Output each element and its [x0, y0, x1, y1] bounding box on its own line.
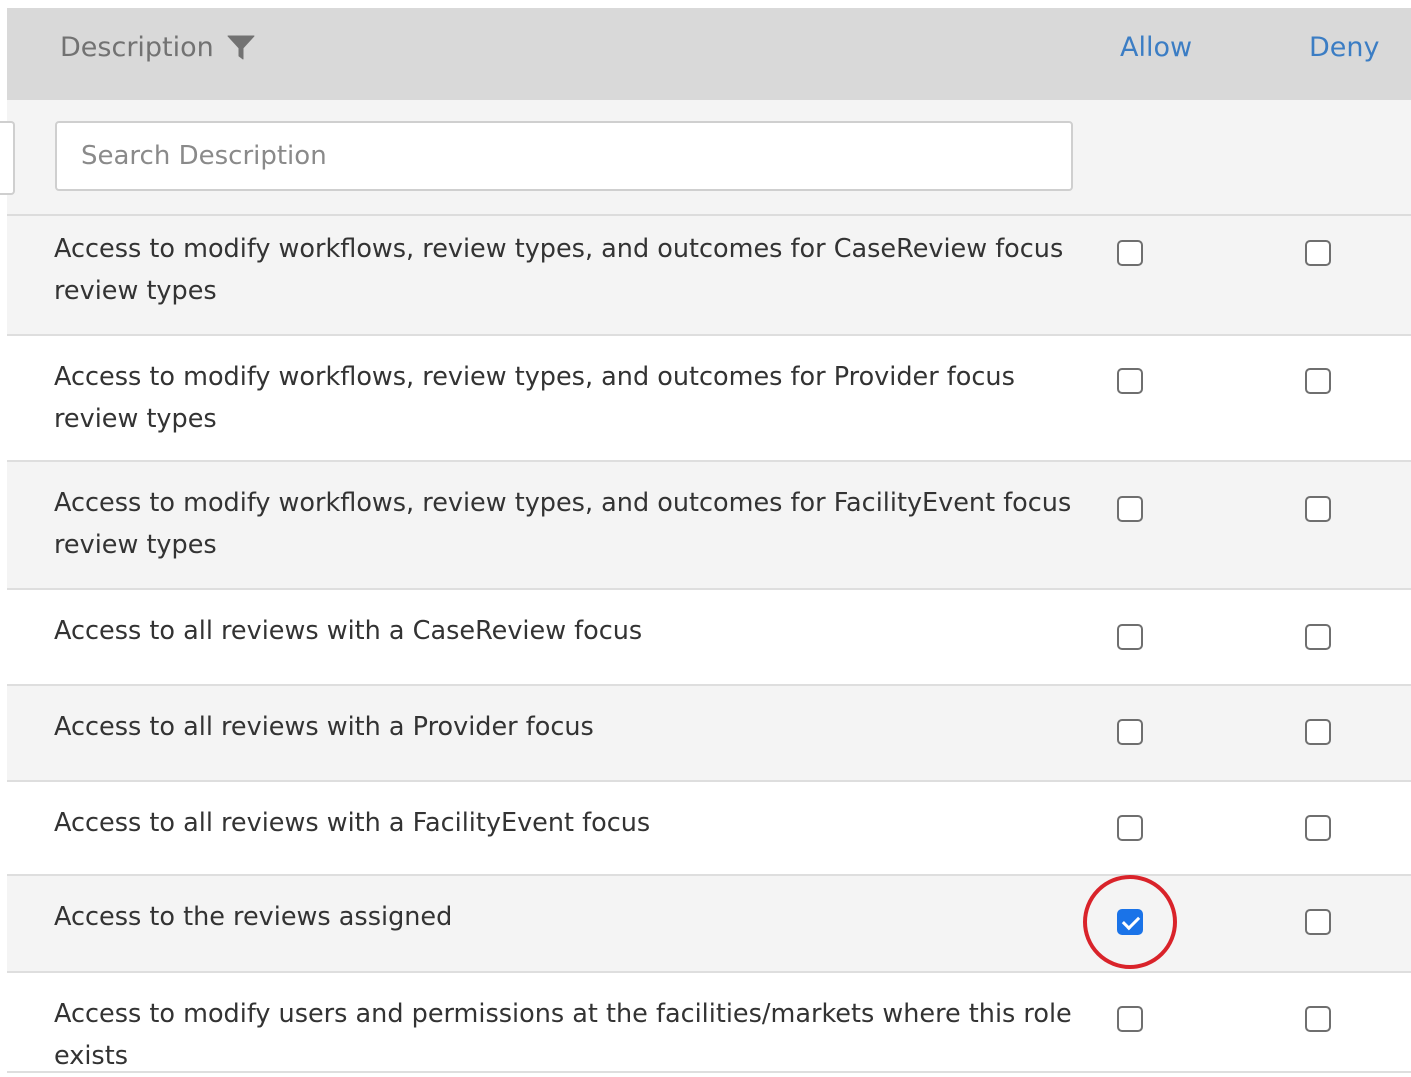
- allow-checkbox[interactable]: [1117, 909, 1143, 935]
- deny-checkbox[interactable]: [1305, 496, 1331, 522]
- permission-description: Access to all reviews with a FacilityEve…: [54, 808, 651, 838]
- table-row: Access to modify workflows, review types…: [7, 462, 1411, 590]
- allow-checkbox[interactable]: [1117, 240, 1143, 266]
- deny-checkbox[interactable]: [1305, 624, 1331, 650]
- permission-description: Access to all reviews with a CaseReview …: [54, 616, 643, 646]
- column-header-description[interactable]: Description: [60, 32, 256, 63]
- permission-description: Access to modify workflows, review types…: [54, 488, 1072, 560]
- deny-checkbox[interactable]: [1305, 909, 1331, 935]
- table-row: Access to all reviews with a FacilityEve…: [7, 782, 1411, 876]
- deny-checkbox[interactable]: [1305, 240, 1331, 266]
- table-row: Access to modify workflows, review types…: [7, 336, 1411, 462]
- allow-checkbox[interactable]: [1117, 719, 1143, 745]
- filter-row: [0, 100, 1411, 216]
- column-header-allow[interactable]: Allow: [1120, 32, 1192, 63]
- permission-description: Access to modify users and permissions a…: [54, 999, 1072, 1071]
- deny-checkbox[interactable]: [1305, 719, 1331, 745]
- deny-checkbox[interactable]: [1305, 1006, 1331, 1032]
- table-row: Access to all reviews with a CaseReview …: [7, 590, 1411, 686]
- permission-description: Access to modify workflows, review types…: [54, 234, 1064, 306]
- permission-description: Access to all reviews with a Provider fo…: [54, 712, 594, 742]
- allow-checkbox[interactable]: [1117, 624, 1143, 650]
- permissions-grid: Description Allow Deny Access to modify …: [0, 0, 1411, 1073]
- allow-checkbox[interactable]: [1117, 815, 1143, 841]
- funnel-icon[interactable]: [226, 33, 256, 63]
- table-row: Access to the reviews assigned: [7, 876, 1411, 973]
- column-header-deny[interactable]: Deny: [1309, 32, 1380, 63]
- table-row: Access to modify users and permissions a…: [7, 973, 1411, 1073]
- permission-description: Access to the reviews assigned: [54, 902, 453, 932]
- allow-checkbox[interactable]: [1117, 1006, 1143, 1032]
- grid-header: Description Allow Deny: [7, 8, 1411, 100]
- deny-checkbox[interactable]: [1305, 368, 1331, 394]
- table-row: Access to modify workflows, review types…: [7, 216, 1411, 336]
- column-header-description-label: Description: [60, 32, 214, 63]
- search-description-input[interactable]: [55, 121, 1073, 191]
- previous-column-filter-input[interactable]: [0, 121, 15, 195]
- permission-description: Access to modify workflows, review types…: [54, 362, 1015, 434]
- allow-checkbox[interactable]: [1117, 496, 1143, 522]
- top-strip: [0, 0, 1411, 8]
- table-row: Access to all reviews with a Provider fo…: [7, 686, 1411, 782]
- deny-checkbox[interactable]: [1305, 815, 1331, 841]
- allow-checkbox[interactable]: [1117, 368, 1143, 394]
